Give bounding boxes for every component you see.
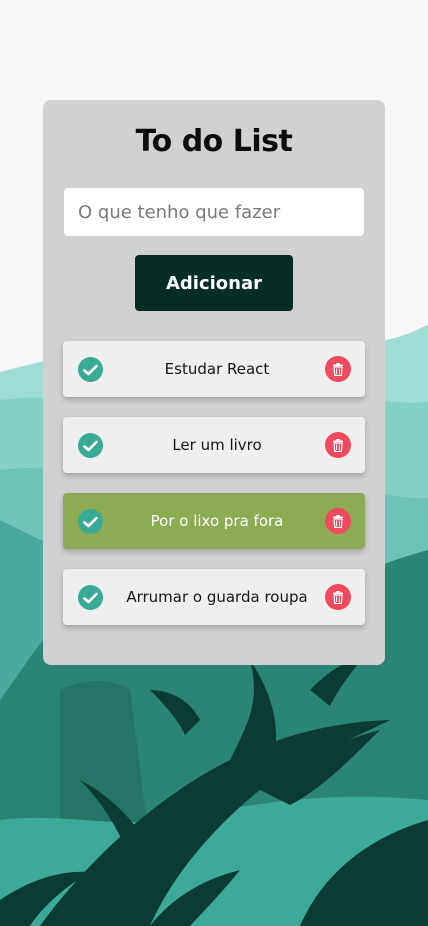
task-item: Arrumar o guarda roupa — [63, 569, 365, 625]
task-label: Por o lixo pra fora — [150, 512, 284, 530]
trash-icon[interactable] — [325, 432, 351, 458]
page-title: To do List — [135, 124, 293, 159]
task-label: Arrumar o guarda roupa — [126, 588, 308, 606]
check-circle-icon[interactable] — [78, 585, 103, 610]
task-item: Estudar React — [63, 341, 365, 397]
task-label: Estudar React — [164, 360, 270, 378]
todo-card: To do List Adicionar Estudar React Ler u… — [43, 100, 385, 665]
check-circle-icon[interactable] — [78, 509, 103, 534]
task-item: Ler um livro — [63, 417, 365, 473]
trash-icon[interactable] — [325, 508, 351, 534]
check-circle-icon[interactable] — [78, 357, 103, 382]
trash-icon[interactable] — [325, 356, 351, 382]
task-label: Ler um livro — [172, 436, 262, 454]
task-input[interactable] — [64, 188, 364, 236]
add-task-button[interactable]: Adicionar — [135, 255, 293, 311]
check-circle-icon[interactable] — [78, 433, 103, 458]
task-item-done: Por o lixo pra fora — [63, 493, 365, 549]
task-list: Estudar React Ler um livro Por o lixo pr… — [63, 341, 365, 645]
trash-icon[interactable] — [325, 584, 351, 610]
